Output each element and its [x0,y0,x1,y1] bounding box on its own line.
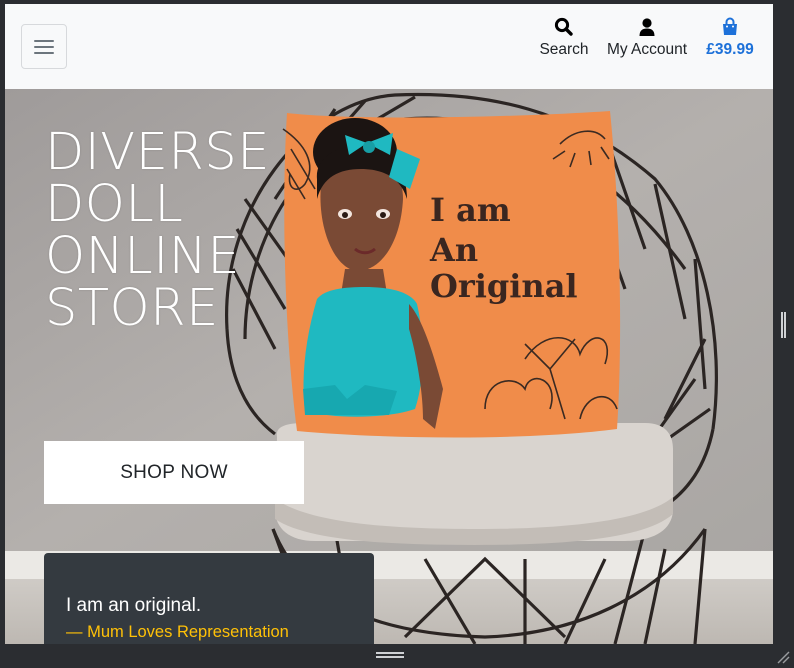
svg-text:I am: I am [430,191,511,229]
user-icon [639,18,655,36]
svg-text:An: An [429,231,478,269]
hamburger-icon-bar [34,46,54,48]
shopping-bag-icon [723,17,737,35]
top-navbar: Search My Account £39.99 [5,4,773,89]
hero-title-line: DIVERSE [45,123,270,182]
shop-now-button[interactable]: SHOP NOW [44,441,304,504]
menu-toggle-button[interactable] [21,24,67,69]
horizontal-resize-handle[interactable] [376,652,404,658]
hero-title: DIVERSE DOLL ONLINE STORE [45,127,305,335]
page-viewport: Search My Account £39.99 I am An Origina… [5,4,773,644]
bag-total: £39.99 [706,41,754,58]
hero-title-line: ONLINE [45,227,241,286]
my-account-link[interactable]: My Account [602,16,692,59]
search-link[interactable]: Search [535,16,593,59]
hero-title-line: DOLL [45,175,184,234]
search-label: Search [539,41,589,58]
search-icon [554,17,573,36]
my-account-label: My Account [606,41,688,58]
shopping-bag-link[interactable]: £39.99 [702,16,758,59]
svg-text:Original: Original [430,267,578,305]
hamburger-icon-bar [34,52,54,54]
hamburger-icon-bar [34,40,54,42]
testimonial-quote: I am an original. [66,595,202,616]
vertical-resize-handle[interactable] [781,312,786,338]
testimonial-author: — Mum Loves Representation [66,623,289,641]
hero-banner: I am An Original DIVERSE DOLL ONLINE STO… [5,89,773,644]
testimonial-card: I am an original. — Mum Loves Representa… [44,553,374,644]
resize-corner-icon[interactable] [776,650,790,664]
hero-title-line: STORE [45,279,219,338]
